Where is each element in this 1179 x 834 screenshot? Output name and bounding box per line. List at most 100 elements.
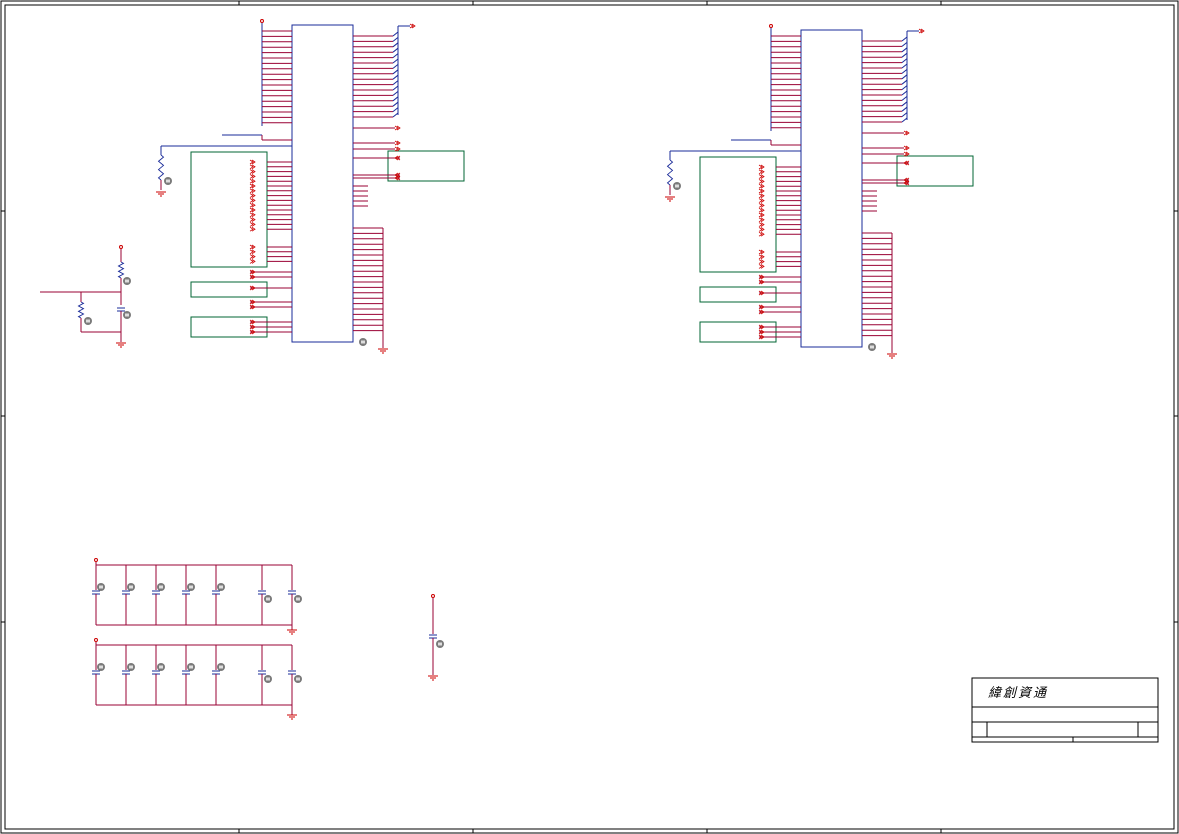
bus-entry [392, 37, 399, 42]
bus-entry [901, 96, 908, 101]
resistor [157, 154, 165, 181]
bus-entry [392, 31, 399, 37]
off-page-connector [758, 212, 765, 218]
bus-entry [392, 69, 399, 75]
bus-entry [392, 80, 399, 85]
bus-entry [901, 90, 908, 96]
off-page-connector [249, 249, 256, 255]
ref-badge-mark [675, 184, 679, 188]
off-page-connector [249, 178, 256, 184]
bus-entry [392, 85, 399, 91]
ref-badge-mark [125, 313, 129, 317]
off-page-connector [758, 207, 765, 213]
bus-entry [392, 58, 399, 64]
off-page-connector [249, 259, 256, 264]
ref-badge-mark [296, 677, 300, 681]
bus-entry [392, 91, 399, 96]
off-page-connector [758, 183, 765, 189]
off-page-connector [758, 179, 765, 184]
ref-badge-mark [361, 340, 365, 344]
bus-entry [392, 101, 399, 107]
company-name: 緯創資通 [988, 686, 1049, 701]
off-page-connector [903, 130, 910, 136]
off-page-connector [249, 244, 256, 250]
bus-entry [392, 74, 399, 80]
off-page-connector [249, 222, 256, 227]
off-page-connector [409, 23, 416, 29]
off-page-connector [249, 169, 256, 174]
off-page-connector [249, 212, 256, 218]
off-page-connector [758, 169, 765, 175]
bus-entry [901, 42, 908, 47]
off-page-connector [249, 174, 256, 179]
off-page-connector [394, 146, 401, 152]
bus-entry [392, 53, 399, 58]
bus-entry [901, 85, 908, 90]
bus-entry [901, 58, 908, 63]
schematic-sheet [0, 0, 1179, 834]
off-page-connector [249, 226, 256, 232]
passive-components [40, 146, 681, 348]
power-symbol [94, 558, 98, 562]
off-page-connector [249, 159, 256, 165]
off-page-connector [758, 222, 765, 227]
ref-badge-mark [296, 597, 300, 601]
ic-body [291, 24, 354, 343]
frame-outer [0, 0, 1179, 834]
bus-entry [392, 64, 399, 69]
power-symbol [769, 24, 773, 28]
ic-body [800, 29, 863, 348]
power-symbol [119, 245, 123, 249]
off-page-connector [758, 193, 765, 199]
bus-entry [392, 107, 399, 112]
ref-badge-mark [166, 179, 170, 183]
off-page-connector [249, 217, 256, 222]
off-page-connector [758, 249, 765, 255]
bus-entry [901, 47, 908, 53]
off-page-connector [758, 164, 765, 170]
off-page-connector [249, 183, 256, 189]
off-page-connector [758, 217, 765, 223]
bus-entry [901, 36, 908, 42]
resistor [77, 301, 85, 319]
bus-entry [392, 42, 399, 48]
ref-badge-mark [189, 585, 193, 589]
drawing-frame [0, 0, 1179, 834]
connector-box [699, 156, 777, 273]
ic-pin-wires [161, 19, 925, 359]
off-page-connector [758, 227, 765, 232]
bus-entry [901, 69, 908, 74]
ref-badge-mark [159, 585, 163, 589]
bus-entry [901, 63, 908, 69]
ref-badge-mark [266, 677, 270, 681]
off-page-connector [249, 188, 256, 194]
off-page-connector [249, 193, 256, 198]
bus-entry [901, 112, 908, 117]
ref-badge-mark [219, 665, 223, 669]
off-page-connector [758, 254, 765, 260]
ic-symbols [190, 24, 974, 351]
off-page-connector [918, 28, 925, 34]
off-page-connector [249, 164, 256, 170]
off-page-connector [394, 125, 401, 131]
off-page-connector [249, 202, 256, 208]
bus-entry [901, 79, 908, 85]
bus-entry [392, 47, 399, 53]
ref-badge-mark [125, 279, 129, 283]
ref-badge-mark [99, 665, 103, 669]
connector-box [190, 151, 268, 268]
connector-box [190, 281, 268, 298]
off-page-connector [758, 203, 765, 208]
ref-badge-mark [129, 665, 133, 669]
resistor [117, 261, 125, 279]
off-page-connector [758, 264, 765, 269]
off-page-connector [394, 140, 401, 146]
ref-badge-mark [870, 345, 874, 349]
ref-badge-mark [159, 665, 163, 669]
bus-entry [901, 101, 908, 107]
bus-entry [901, 117, 908, 123]
bus-entry [901, 52, 908, 58]
connector-box [699, 286, 777, 303]
resistor [666, 159, 674, 186]
ref-badge-mark [189, 665, 193, 669]
